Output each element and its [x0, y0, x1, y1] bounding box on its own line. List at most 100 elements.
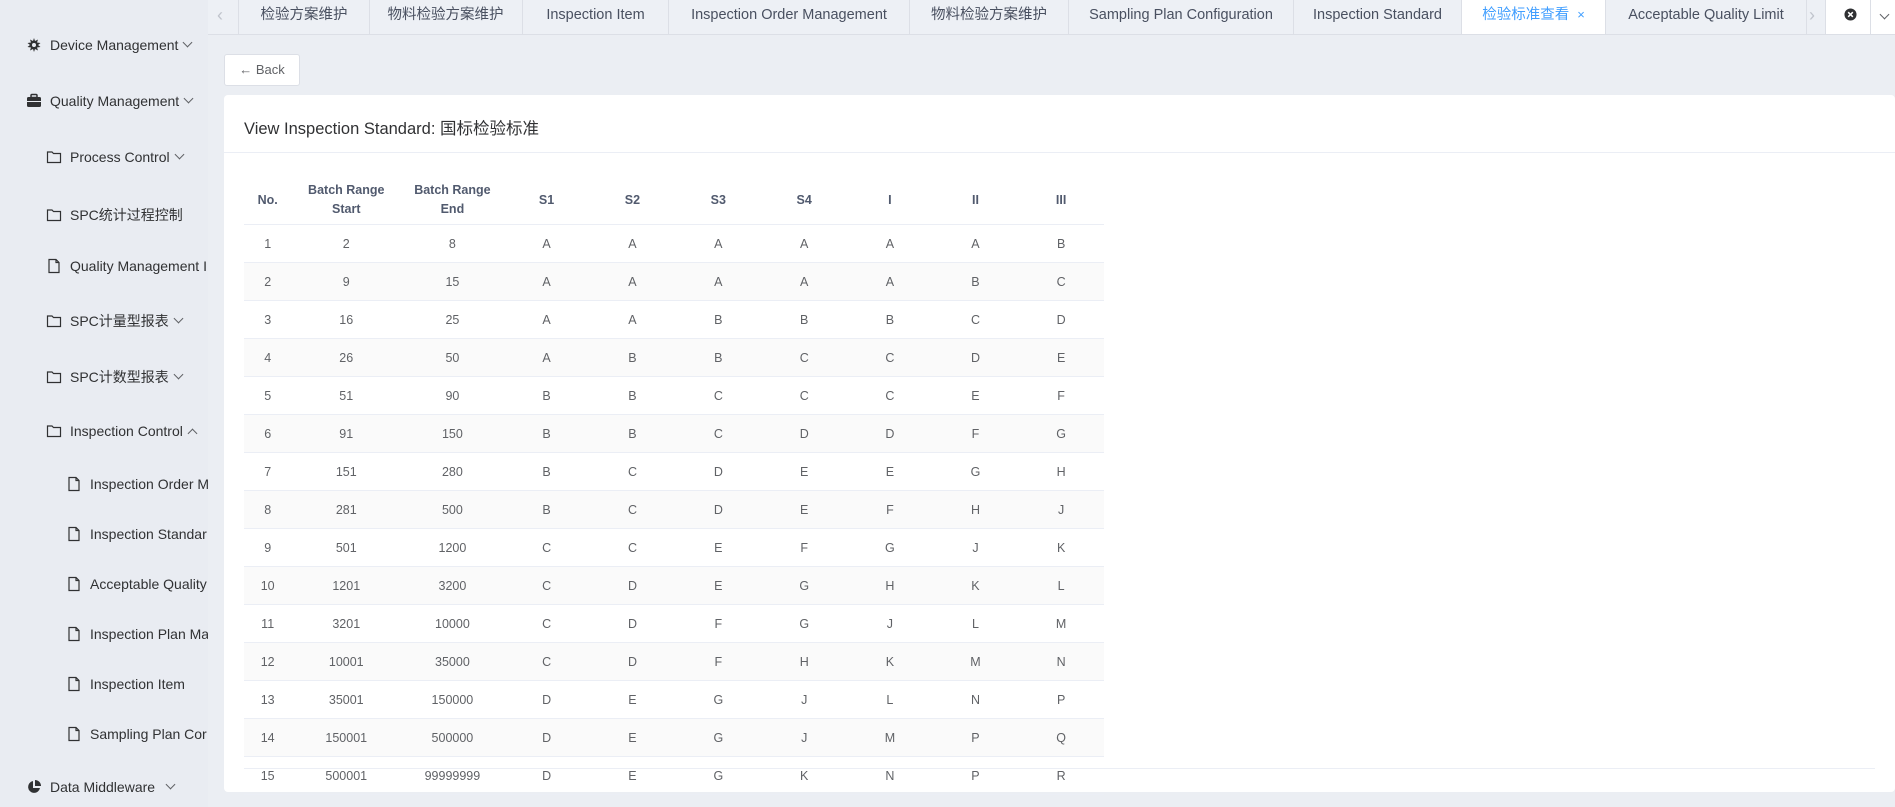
close-icon[interactable]: × [1577, 7, 1585, 22]
table-cell: B [761, 300, 848, 339]
table-cell: E [847, 452, 933, 491]
table-cell: M [932, 642, 1019, 681]
table-cell: E [675, 566, 762, 605]
table-cell: G [675, 718, 762, 757]
table-cell: P [932, 756, 1019, 795]
sidebar-item-acceptable-quality[interactable]: Acceptable Quality [66, 576, 207, 592]
sidebar-item-device-management[interactable]: Device Management [26, 37, 193, 53]
tab-inspection-scheme[interactable]: 检验方案维护 [238, 0, 370, 34]
tab-material-inspection-scheme[interactable]: 物料检验方案维护 [369, 0, 523, 34]
tab-scroll-left-button[interactable]: ‹ [208, 0, 232, 34]
tab-sampling-plan-configuration[interactable]: Sampling Plan Configuration [1069, 0, 1294, 34]
table-cell: 35000 [401, 642, 504, 681]
table-cell: P [1018, 680, 1104, 719]
table-cell: 25 [401, 300, 504, 339]
table-cell: B [589, 338, 676, 377]
sidebar-item-inspection-item[interactable]: Inspection Item [66, 676, 185, 692]
table-cell: D [503, 680, 590, 719]
table-cell: 7 [244, 452, 292, 491]
table-cell: 5 [244, 376, 292, 415]
table-cell: G [675, 680, 762, 719]
sidebar-item-label: Device Management [50, 37, 179, 53]
sidebar-item-label: Inspection Plan Ma [90, 626, 208, 642]
tab-material-inspection-scheme-2[interactable]: 物料检验方案维护 [910, 0, 1069, 34]
tab-inspection-standard[interactable]: Inspection Standard [1294, 0, 1462, 34]
table-cell: D [847, 414, 933, 453]
tab-label: 物料检验方案维护 [387, 7, 504, 23]
close-all-icon[interactable] [1844, 8, 1857, 21]
sidebar-item-label: SPC统计过程控制 [70, 207, 183, 223]
tab-acceptable-quality-limit[interactable]: Acceptable Quality Limit [1606, 0, 1807, 34]
table-cell: D [503, 718, 590, 757]
table-cell: C [675, 414, 762, 453]
sidebar-item-label: Quality Management [50, 93, 180, 109]
tab-label: Acceptable Quality Limit [1628, 7, 1784, 23]
table-row: 10 1201 3200 C D E G H K L [244, 566, 1104, 605]
table-cell: 26 [291, 338, 402, 377]
table-row: 2 9 15 A A A A A B C [244, 262, 1104, 301]
chevron-down-icon[interactable] [1879, 9, 1890, 20]
table-cell: Q [1018, 718, 1104, 757]
sidebar-item-quality-management[interactable]: Quality Management [26, 93, 194, 109]
sidebar-item-spc-measure[interactable]: SPC计量型报表 [46, 311, 184, 331]
chevron-down-icon [182, 37, 193, 47]
table-cell: 151 [291, 452, 402, 491]
table-cell: A [847, 224, 933, 263]
tab-inspection-order-management[interactable]: Inspection Order Management [669, 0, 910, 34]
sidebar-item-qm-report[interactable]: Quality Management I [46, 258, 207, 274]
column-header: Batch Range End [401, 176, 504, 225]
table-cell: C [761, 338, 848, 377]
sidebar-item-label: Inspection Control [70, 423, 183, 439]
table-cell: B [1018, 224, 1104, 263]
tab-label: 检验方案维护 [260, 7, 348, 23]
table-cell: 8 [401, 224, 504, 263]
table-cell: K [847, 642, 933, 681]
table-cell: B [503, 490, 590, 529]
tab-label: Inspection Item [546, 7, 645, 23]
column-header: II [932, 176, 1019, 225]
table-row: 14 150001 500000 D E G J M P Q [244, 718, 1104, 757]
table-cell: E [932, 376, 1019, 415]
sidebar-item-label: Inspection Standar [90, 526, 207, 542]
back-button[interactable]: ← Back [224, 54, 300, 86]
sidebar-item-data-middleware[interactable]: Data Middleware [26, 779, 176, 795]
table-cell: A [761, 224, 848, 263]
column-header: S3 [675, 176, 762, 225]
table-cell: J [761, 718, 848, 757]
table-cell: 3 [244, 300, 292, 339]
sidebar-item-inspection-plan[interactable]: Inspection Plan Ma [66, 626, 208, 642]
table-cell: F [1018, 376, 1104, 415]
table-row: 128AAAAAAB [244, 224, 1104, 263]
table-cell: K [932, 566, 1019, 605]
column-header: S4 [761, 176, 848, 225]
sidebar-item-inspection-control[interactable]: Inspection Control [46, 423, 198, 439]
document-icon [68, 726, 80, 742]
table-row: 15 500001 99999999 D E G K N P R [244, 756, 1104, 795]
sidebar-item-spc-process[interactable]: SPC统计过程控制 [46, 205, 183, 225]
table-cell: J [1018, 490, 1104, 529]
tab-scroll-right-button[interactable]: › [1800, 0, 1824, 34]
table-cell: 11 [244, 604, 292, 643]
table-cell: F [675, 642, 762, 681]
sidebar-item-label: Acceptable Quality [90, 576, 207, 592]
sidebar-item-spc-count[interactable]: SPC计数型报表 [46, 367, 184, 387]
folder-icon [46, 209, 62, 222]
sidebar-item-inspection-order[interactable]: Inspection Order M [66, 476, 208, 492]
sidebar-item-label: Inspection Item [90, 676, 185, 692]
sidebar-item-sampling-plan[interactable]: Sampling Plan Cor [66, 726, 207, 742]
table-cell: 50 [401, 338, 504, 377]
sidebar-item-process-control[interactable]: Process Control [46, 149, 185, 165]
table-cell: E [589, 680, 676, 719]
tab-view-inspection-standard[interactable]: 检验标准查看 × [1462, 0, 1606, 34]
table-cell: 4 [244, 338, 292, 377]
table-cell: 91 [291, 414, 402, 453]
table-cell: G [932, 452, 1019, 491]
table-cell: 99999999 [401, 756, 504, 795]
tab-inspection-item[interactable]: Inspection Item [523, 0, 669, 34]
table-row: 12 10001 35000 C D F H K M N [244, 642, 1104, 681]
chevron-up-icon [187, 428, 198, 438]
tab-label: 物料检验方案维护 [931, 7, 1047, 23]
table-cell: 8 [244, 490, 292, 529]
table-cell: C [761, 376, 848, 415]
sidebar-item-inspection-standard[interactable]: Inspection Standar [66, 526, 207, 542]
